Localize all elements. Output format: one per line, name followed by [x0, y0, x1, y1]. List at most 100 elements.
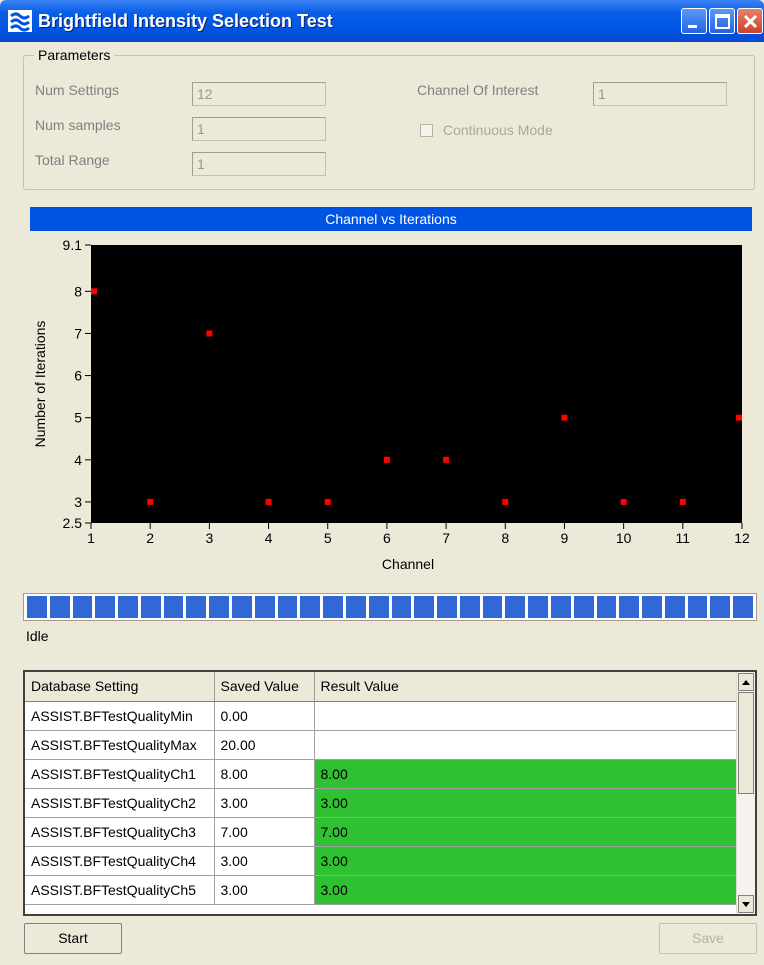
- x-tick-label: 5: [324, 530, 332, 546]
- cell-setting[interactable]: ASSIST.BFTestQualityCh4: [25, 846, 215, 876]
- column-header-setting[interactable]: Database Setting: [25, 672, 215, 702]
- y-tick-label: 7: [74, 325, 82, 341]
- progress-segment: [437, 596, 457, 618]
- progress-segment: [710, 596, 731, 618]
- progress-segment: [232, 596, 252, 618]
- data-point: [736, 414, 742, 421]
- x-tick-label: 4: [265, 530, 273, 546]
- progress-segment: [254, 596, 275, 618]
- x-tick-label: 12: [734, 530, 750, 546]
- scatter-chart: 1 2 3 4 5 6 7 8 9 10 11 122.53456789.1 Channel Numb…: [32, 237, 750, 572]
- x-tick-label: 3: [205, 530, 213, 546]
- data-point: [147, 498, 154, 505]
- x-tick-label: 10: [616, 530, 632, 546]
- progress-segment: [163, 596, 184, 618]
- cell-result-value[interactable]: 3.00: [314, 846, 739, 876]
- progress-segment: [733, 596, 753, 618]
- arrow-up-icon: [742, 680, 750, 685]
- table-row[interactable]: ASSIST.BFTestQualityCh3 7.00 7.00: [25, 817, 739, 847]
- cell-result-value[interactable]: [314, 701, 739, 731]
- x-tick-label: 6: [383, 530, 391, 546]
- maximize-button[interactable]: [709, 8, 735, 34]
- cell-saved-value[interactable]: 7.00: [214, 817, 315, 847]
- progress-segment: [300, 596, 321, 618]
- column-header-result[interactable]: Result Value: [314, 672, 739, 702]
- x-tick-label: 11: [676, 530, 691, 546]
- scroll-thumb[interactable]: [738, 692, 754, 794]
- progress-segment: [505, 596, 526, 618]
- scroll-down-button[interactable]: [738, 895, 754, 913]
- progress-segment: [95, 596, 116, 618]
- progress-segment: [596, 596, 617, 618]
- table-row[interactable]: ASSIST.BFTestQualityCh1 8.00 8.00: [25, 759, 739, 789]
- cell-setting[interactable]: ASSIST.BFTestQualityCh1: [25, 759, 215, 789]
- table-row[interactable]: ASSIST.BFTestQualityMax 20.00: [25, 730, 739, 760]
- progress-segment: [619, 596, 640, 618]
- start-button[interactable]: Start: [24, 923, 122, 954]
- num-settings-field[interactable]: 12: [192, 82, 326, 106]
- progress-segment: [49, 596, 70, 618]
- cell-saved-value[interactable]: 3.00: [214, 846, 315, 876]
- cell-saved-value[interactable]: 0.00: [214, 701, 315, 731]
- table-scrollbar[interactable]: [736, 672, 755, 914]
- cell-result-value[interactable]: 7.00: [314, 817, 739, 847]
- parameters-group: Parameters: [23, 47, 755, 190]
- cell-setting[interactable]: ASSIST.BFTestQualityMax: [25, 730, 215, 760]
- data-point: [502, 498, 509, 505]
- cell-result-value[interactable]: [314, 730, 739, 760]
- arrow-down-icon: [742, 902, 750, 907]
- channel-of-interest-field[interactable]: 1: [593, 82, 727, 106]
- progress-segment: [528, 596, 548, 618]
- cell-setting[interactable]: ASSIST.BFTestQualityMin: [25, 701, 215, 731]
- table-row[interactable]: ASSIST.BFTestQualityCh4 3.00 3.00: [25, 846, 739, 876]
- scroll-up-button[interactable]: [738, 673, 754, 691]
- cell-saved-value[interactable]: 3.00: [214, 875, 315, 905]
- x-axis-label: Channel: [382, 556, 434, 572]
- cell-setting[interactable]: ASSIST.BFTestQualityCh5: [25, 875, 215, 905]
- settings-table[interactable]: Database Setting Saved Value Result Valu…: [23, 670, 757, 916]
- continuous-mode-checkbox[interactable]: [420, 124, 433, 137]
- y-tick-label: 2.5: [63, 515, 83, 531]
- cell-saved-value[interactable]: 20.00: [214, 730, 315, 760]
- y-axis-label: Number of Iterations: [32, 321, 48, 448]
- cell-result-value[interactable]: 3.00: [314, 875, 739, 905]
- progress-segment: [687, 596, 708, 618]
- total-range-field[interactable]: 1: [192, 152, 326, 176]
- title-bar[interactable]: Brightfield Intensity Selection Test: [0, 0, 764, 42]
- y-tick-label: 8: [74, 283, 82, 299]
- num-samples-field[interactable]: 1: [192, 117, 326, 141]
- y-tick-label: 5: [74, 410, 82, 426]
- cell-result-value[interactable]: 3.00: [314, 788, 739, 818]
- continuous-mode-label: Continuous Mode: [443, 122, 553, 138]
- close-button[interactable]: [737, 8, 763, 34]
- progress-segment: [550, 596, 571, 618]
- data-point: [206, 330, 213, 337]
- channel-of-interest-label: Channel Of Interest: [417, 82, 539, 98]
- cell-saved-value[interactable]: 8.00: [214, 759, 315, 789]
- data-point: [443, 456, 450, 463]
- x-tick-label: 7: [442, 530, 450, 546]
- num-settings-label: Num Settings: [35, 82, 120, 98]
- chart-title: Channel vs Iterations: [30, 207, 752, 231]
- x-tick-label: 1: [87, 530, 95, 546]
- table-row[interactable]: ASSIST.BFTestQualityCh2 3.00 3.00: [25, 788, 739, 818]
- table-row[interactable]: ASSIST.BFTestQualityCh5 3.00 3.00: [25, 875, 739, 905]
- save-button[interactable]: Save: [659, 923, 757, 954]
- maximize-icon: [715, 14, 730, 29]
- column-header-saved[interactable]: Saved Value: [214, 672, 315, 702]
- cell-setting[interactable]: ASSIST.BFTestQualityCh3: [25, 817, 215, 847]
- plot-area: [91, 245, 742, 523]
- close-icon: [743, 14, 758, 29]
- cell-result-value[interactable]: 8.00: [314, 759, 739, 789]
- data-point: [620, 498, 627, 505]
- cell-setting[interactable]: ASSIST.BFTestQualityCh2: [25, 788, 215, 818]
- x-tick-label: 9: [561, 530, 569, 546]
- y-tick-label: 9.1: [63, 237, 83, 253]
- table-row[interactable]: ASSIST.BFTestQualityMin 0.00: [25, 701, 739, 731]
- cell-saved-value[interactable]: 3.00: [214, 788, 315, 818]
- data-point: [91, 288, 97, 295]
- minimize-button[interactable]: [681, 8, 707, 34]
- minimize-icon: [688, 25, 697, 28]
- progress-segment: [573, 596, 594, 618]
- data-point: [561, 414, 568, 421]
